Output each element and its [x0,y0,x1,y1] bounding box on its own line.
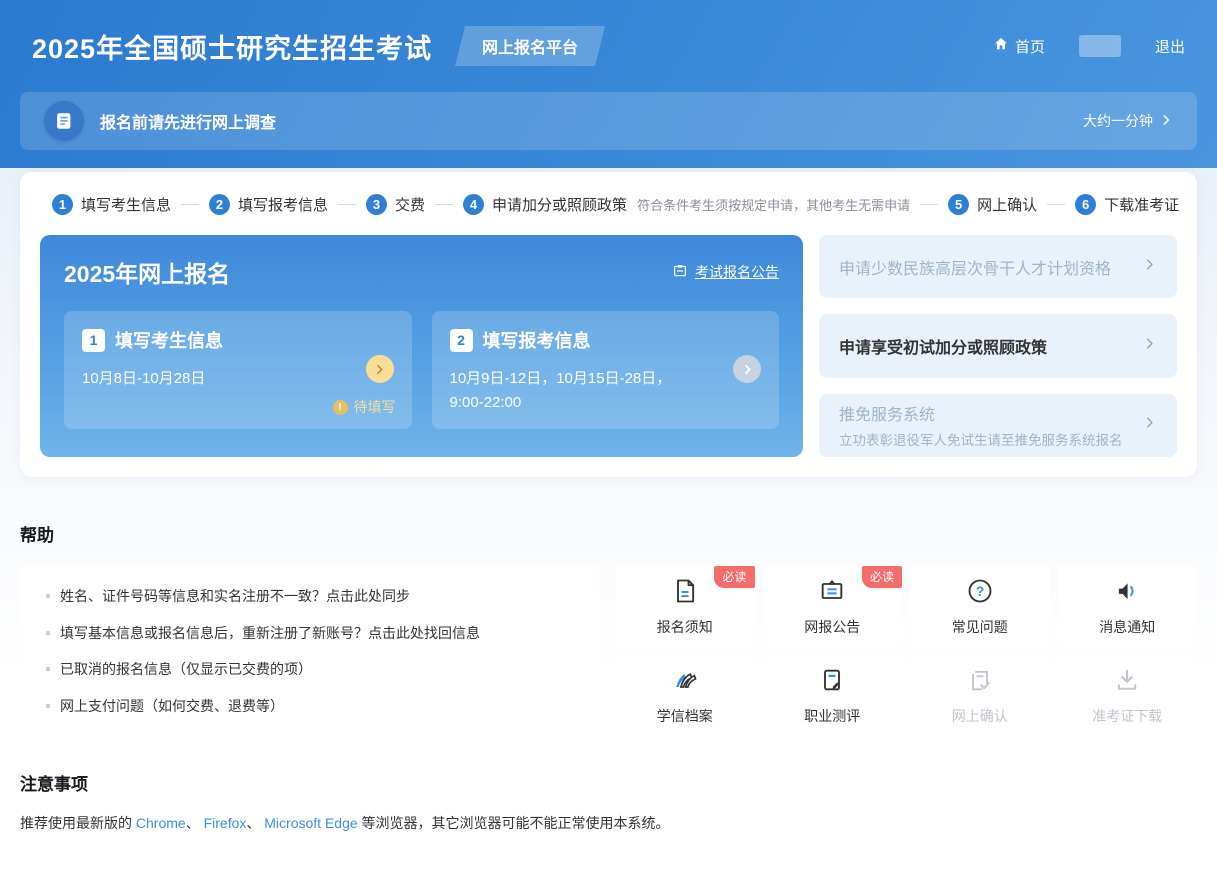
bullet [46,704,50,708]
exam-announcement-link[interactable]: 考试报名公告 [672,262,779,282]
task-status: ! 待填写 [333,397,396,417]
step-connector [181,204,199,205]
assessment-icon [818,666,846,699]
side-card-minority-plan[interactable]: 申请少数民族高层次骨干人才计划资格 [819,235,1177,298]
help-item-sync-info[interactable]: 姓名、证件号码等信息和实名注册不一致？点击此处同步 [46,586,573,606]
top-blue-area: 2025年全国硕士研究生招生考试 网上报名平台 首页 退出 报名前请先 [0,0,1217,168]
help-item-recover-info[interactable]: 填写基本信息或报名信息后，重新注册了新账号？点击此处找回信息 [46,623,573,643]
step-connector [920,204,938,205]
step-4: 4申请加分或照顾政策符合条件考生须按规定申请，其他考生无需申请 [463,194,910,215]
side-card-exemption-system[interactable]: 推免服务系统 立功表彰退役军人免试生请至推免服务系统报名 [819,394,1177,457]
download-icon [1113,666,1141,699]
shortcut-online-announcements[interactable]: 必读 网报公告 [763,566,903,647]
nav-home[interactable]: 首页 [993,36,1045,57]
firefox-link[interactable]: Firefox [204,815,247,831]
help-title: 帮助 [20,521,1197,546]
home-icon [993,36,1009,56]
step-4-note: 符合条件考生须按规定申请，其他考生无需申请 [637,195,910,214]
shortcut-notifications[interactable]: 消息通知 [1058,566,1198,647]
header-nav: 首页 退出 [993,35,1185,57]
platform-badge: 网上报名平台 [455,26,605,66]
chevron-right-icon [1142,415,1157,435]
step-1: 1填写考生信息 [52,194,171,215]
registration-main-card: 1填写考生信息 2填写报考信息 3交费 4申请加分或照顾政策符合条件考生须按规定… [20,172,1197,477]
online-registration-panel: 2025年网上报名 考试报名公告 1 填 [40,235,803,457]
document-icon [671,577,699,610]
clipboard-icon [672,263,688,282]
task-number-badge: 1 [82,329,105,352]
browser-recommendation: 推荐使用最新版的 Chrome、 Firefox、 Microsoft Edge… [20,813,1197,833]
step-6: 6下载准考证 [1075,194,1179,215]
step-connector [338,204,356,205]
help-section: 帮助 姓名、证件号码等信息和实名注册不一致？点击此处同步 填写基本信息或报名信息… [20,521,1197,736]
task-number-badge: 2 [450,329,473,352]
svg-text:?: ? [975,582,984,598]
nav-logout[interactable]: 退出 [1155,36,1185,57]
notice-title: 注意事项 [20,770,1197,795]
step-2: 2填写报考信息 [209,194,328,215]
help-item-payment-issues[interactable]: 网上支付问题（如何交费、退费等） [46,696,573,716]
must-read-badge: 必读 [714,566,754,588]
question-icon: ? [966,577,994,610]
nav-logout-label: 退出 [1155,36,1185,57]
panel-title: 2025年网上报名 [64,255,230,289]
task-date: 10月8日-10月28日 [82,367,337,391]
bulletin-icon [818,577,846,610]
shortcut-admission-ticket-download[interactable]: 准考证下载 [1058,655,1198,736]
nav-home-label: 首页 [1015,36,1045,57]
chevron-right-icon [1142,257,1157,277]
bullet [46,631,50,635]
shortcut-faq[interactable]: ? 常见问题 [910,566,1050,647]
shortcut-career-assessment[interactable]: 职业测评 [763,655,903,736]
help-item-cancelled-info[interactable]: 已取消的报名信息（仅显示已交费的项） [46,659,573,679]
edge-link[interactable]: Microsoft Edge [264,815,357,831]
survey-scroll-icon [44,101,84,141]
task-card-fill-candidate-info[interactable]: 1 填写考生信息 10月8日-10月28日 ! 待填写 [64,311,412,429]
chrome-link[interactable]: Chrome [136,815,186,831]
page-title: 2025年全国硕士研究生招生考试 [32,27,432,66]
survey-banner[interactable]: 报名前请先进行网上调查 大约一分钟 [20,92,1197,150]
task-card-fill-application-info[interactable]: 2 填写报考信息 10月9日-12日，10月15日-28日，9:00-22:00 [432,311,780,429]
shortcut-chsi-archive[interactable]: 学信档案 [615,655,755,736]
speaker-icon [1113,577,1141,610]
task-arrow-button[interactable] [733,355,761,383]
shortcut-grid: 必读 报名须知 必读 网报公告 ? 常见问题 [615,566,1197,736]
pending-icon: ! [333,400,348,415]
chevron-right-icon [1159,113,1173,130]
username-blurred [1079,35,1121,57]
step-3: 3交费 [366,194,425,215]
shortcut-online-confirmation[interactable]: 网上确认 [910,655,1050,736]
bullet [46,594,50,598]
archive-fan-icon [671,666,699,699]
bullet [46,667,50,671]
survey-duration: 大约一分钟 [1083,111,1173,131]
shortcut-registration-notes[interactable]: 必读 报名须知 [615,566,755,647]
side-card-bonus-policy[interactable]: 申请享受初试加分或照顾政策 [819,314,1177,377]
task-arrow-button[interactable] [366,355,394,383]
step-5: 5网上确认 [948,194,1037,215]
step-connector [435,204,453,205]
step-connector [1047,204,1065,205]
side-options-column: 申请少数民族高层次骨干人才计划资格 申请享受初试加分或照顾政策 推免服务系统 立… [819,235,1177,457]
notice-section: 注意事项 推荐使用最新版的 Chrome、 Firefox、 Microsoft… [20,770,1197,833]
confirm-doc-icon [966,666,994,699]
header: 2025年全国硕士研究生招生考试 网上报名平台 首页 退出 [20,0,1197,92]
help-links-card: 姓名、证件号码等信息和实名注册不一致？点击此处同步 填写基本信息或报名信息后，重… [20,566,599,736]
task-date: 10月9日-12日，10月15日-28日，9:00-22:00 [450,367,705,415]
steps-bar: 1填写考生信息 2填写报考信息 3交费 4申请加分或照顾政策符合条件考生须按规定… [40,194,1177,235]
must-read-badge: 必读 [862,566,902,588]
survey-banner-text: 报名前请先进行网上调查 [100,109,276,133]
chevron-right-icon [1142,336,1157,356]
